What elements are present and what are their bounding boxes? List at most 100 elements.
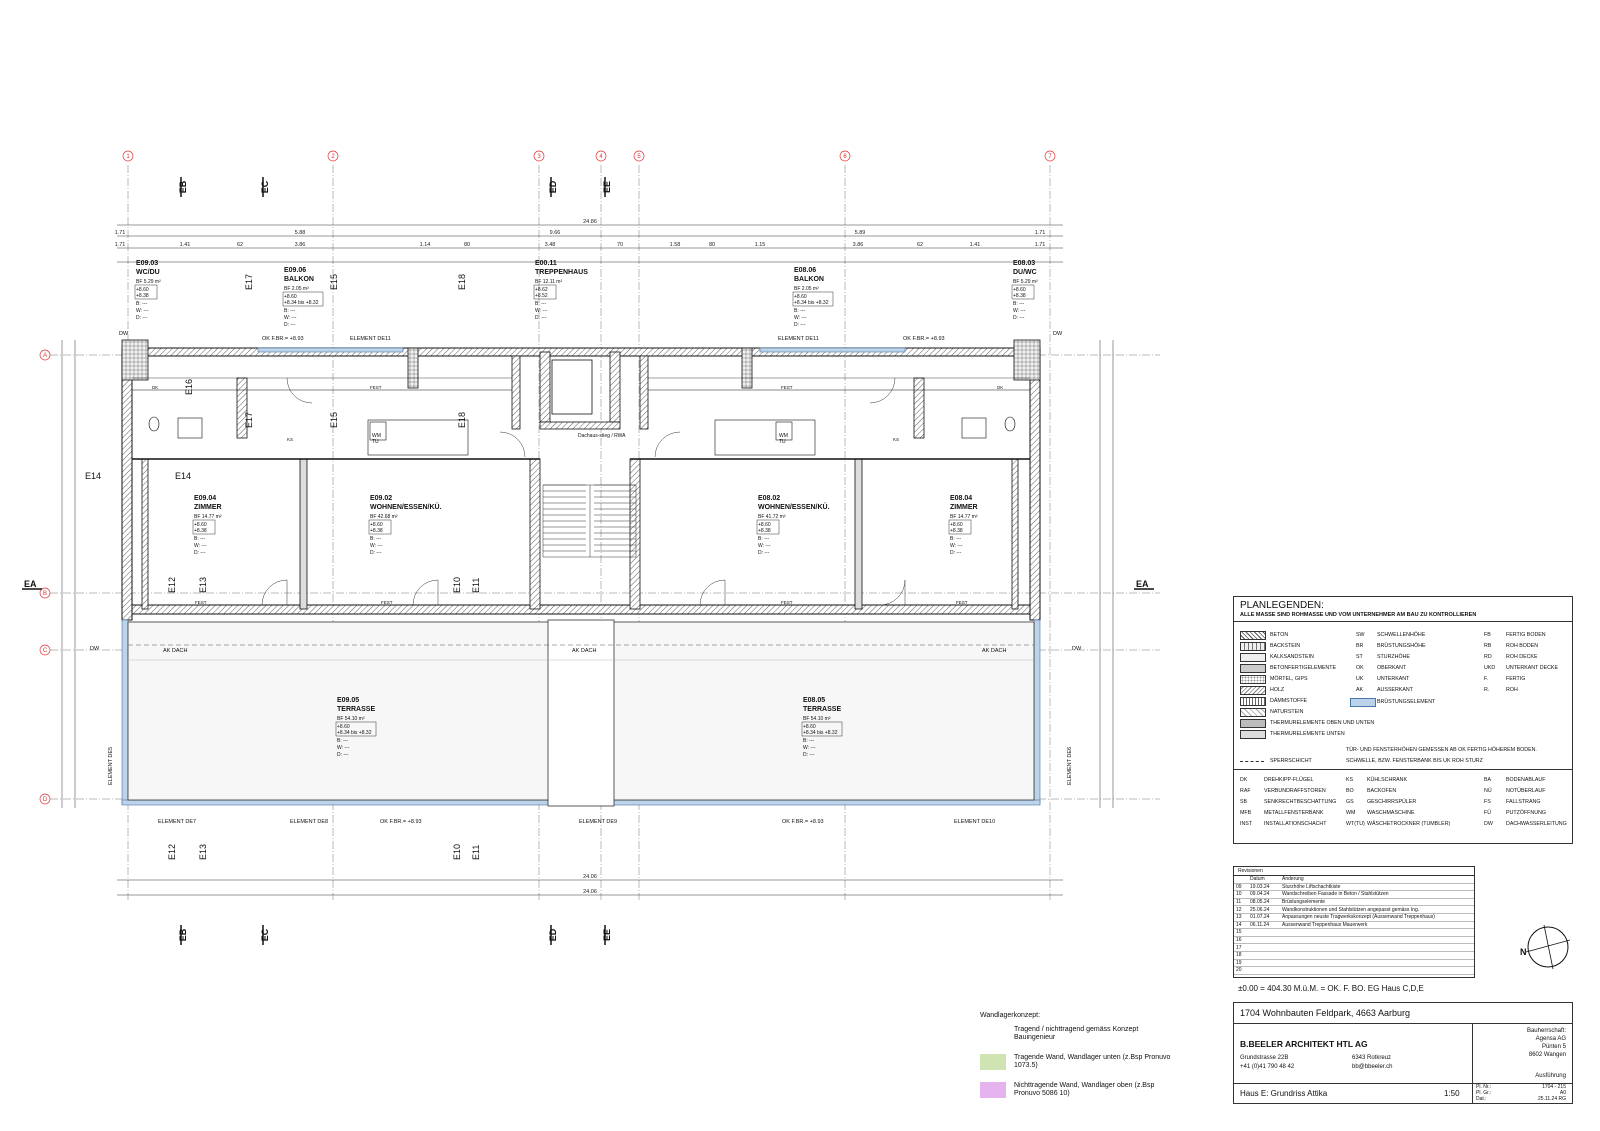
legend-swatch: [1240, 664, 1266, 673]
room-name: ZIMMER: [950, 504, 978, 511]
room-id: E08.03: [1013, 260, 1035, 267]
room-name: BALKON: [794, 276, 824, 283]
legend-material: BACKSTEIN: [1270, 643, 1301, 649]
ok-br-top-left: OK F.BR.= +8.93: [262, 336, 304, 342]
revision-cell: 06.11.24: [1248, 921, 1280, 930]
element-de9: ELEMENT DE9: [579, 819, 617, 825]
room-area: BF 2.05 m²: [794, 286, 819, 292]
legend-material: NATURSTEIN: [1270, 709, 1304, 715]
element-de11-left: ELEMENT DE11: [350, 336, 391, 342]
room-id: E09.05: [337, 697, 359, 704]
revision-row: 12 25.06.24 Wandkonstruktionen und Stahlst…: [1234, 905, 1474, 914]
ak-dach-right: AK DACH: [982, 648, 1006, 654]
wall-mark: E11: [471, 845, 481, 860]
legend-abbr-text: ROH DECKE: [1506, 654, 1538, 660]
legend-abbr-row: SENKRECHTBESCHATTUNG: [1264, 799, 1337, 805]
revision-cell: [1248, 928, 1280, 937]
plan-meta-values: 1704 - 215 A0 25.11.24 RG: [1524, 1084, 1566, 1102]
room-height-raw: +8.38: [1013, 293, 1026, 299]
wall-mark: E12: [167, 844, 177, 860]
legend-abbr-row: KS: [1346, 777, 1354, 783]
wandlager-konzept: Wandlagerkonzept: Tragend / nichttragend…: [980, 1012, 1180, 1098]
firm-phone: +41 (0)41 790 48 42: [1240, 1064, 1295, 1070]
wall-mark: E13: [198, 844, 208, 860]
legend-abbr-row: GS: [1346, 799, 1354, 805]
legend-abbr-text: OBERKANT: [1377, 665, 1407, 671]
revision-row: 14 06.11.24 Aussenwand Treppenhaus Mauerwe…: [1234, 921, 1474, 930]
firm-city: 6343 Rotkreuz: [1352, 1055, 1392, 1061]
revision-cell: Sturzhöhe Liftschachtkiste: [1280, 883, 1474, 892]
revision-cell: [1280, 951, 1474, 960]
legend-abbr-row: DACHWASSERLEITUNG: [1506, 821, 1567, 827]
legend-swatch: [1240, 642, 1266, 651]
room-name: TERRASSE: [803, 706, 841, 713]
revision-cell: Wandschreiben Fassade in Beton / Stahlst…: [1280, 890, 1474, 899]
revision-cell: [1248, 943, 1280, 952]
revision-cell: 12: [1234, 905, 1248, 914]
room-bwd: B: ---: [758, 536, 769, 542]
room-bwd: D: ---: [194, 550, 206, 556]
room-bwd: W: ---: [794, 315, 807, 321]
legend-abbr-row: METALLFENSTERBANK: [1264, 810, 1324, 816]
room-bwd: W: ---: [194, 543, 207, 549]
room-bwd: B: ---: [194, 536, 205, 542]
legend-abbr-text: UNTERKANT DECKE: [1506, 665, 1558, 671]
room-area: BF 54.10 m²: [803, 716, 831, 722]
room-height-raw: +8.38: [370, 528, 383, 534]
legend-material: MÖRTEL, GIPS: [1270, 676, 1308, 682]
legend-abbr-row: SB: [1240, 799, 1248, 805]
revision-cell: 10: [1234, 890, 1248, 899]
revision-cell: 14: [1234, 921, 1248, 930]
wall-mark: E15: [329, 412, 339, 428]
legend-swatch: [1240, 719, 1266, 728]
revision-cell: 09.04.24: [1248, 890, 1280, 899]
revision-cell: 01.07.24: [1248, 913, 1280, 922]
room-id: E08.06: [794, 267, 816, 274]
room-name: WC/DU: [136, 269, 160, 276]
legend-abbr: UKD: [1484, 665, 1496, 671]
revision-cell: 19: [1234, 959, 1248, 968]
firm-name: B.BEELER ARCHITEKT HTL AG: [1240, 1039, 1368, 1049]
project-name: 1704 Wohnbauten Feldpark, 4663 Aarburg: [1240, 1008, 1410, 1018]
axis-letter-markers: A B C D: [39, 349, 51, 805]
revision-cell: Wandkonstruktionen und Stahlstützen ange…: [1280, 905, 1474, 914]
building-walls: [121, 339, 1041, 621]
revision-cell: 13: [1234, 913, 1248, 922]
legend-abbr-row: WM: [1346, 810, 1356, 816]
legend-abbr-row: WT(TU): [1346, 821, 1365, 827]
revision-cell: [1248, 951, 1280, 960]
e14-mark-2: E14: [175, 471, 191, 481]
dim-row2: 1.14: [420, 242, 431, 248]
legend-abbr: F.: [1484, 676, 1489, 682]
room-height-raw: +8.34 bis +8.32: [337, 730, 372, 736]
element-de8: ELEMENT DE8: [290, 819, 328, 825]
revision-row: 19: [1234, 959, 1474, 968]
wandlager-swatch: [980, 1054, 1006, 1070]
tu-label-left: TU: [372, 439, 379, 445]
axis-letter: A: [43, 353, 47, 359]
ak-dach-left: AK DACH: [163, 648, 187, 654]
legend-swatch: [1240, 697, 1266, 706]
dim-row1: 1.71: [115, 230, 126, 236]
client-line-1: Agensa AG: [1535, 1036, 1566, 1042]
legend-bruestung: BRÜSTUNGSELEMENT: [1377, 699, 1436, 705]
legend-abbr-text: UNTERKANT: [1377, 676, 1410, 682]
revision-cell: [1280, 959, 1474, 968]
legend-abbr-row: DK: [1240, 777, 1248, 783]
dim-row2: 3.86: [853, 242, 864, 248]
dim-row2: 70: [617, 242, 623, 248]
room-bwd: D: ---: [535, 315, 547, 321]
revision-cell: 08.05.24: [1248, 898, 1280, 907]
dw-label-left: DW: [119, 331, 129, 337]
dim-row1: 1.71: [1035, 230, 1046, 236]
drawing-title: Haus E: Grundriss Attika: [1240, 1089, 1328, 1098]
dw-label-c-left: DW: [90, 646, 100, 652]
dk-label-2: DK: [997, 385, 1003, 390]
legend-abbr-text: FERTIG: [1506, 676, 1526, 682]
legend-abbr: OK: [1356, 665, 1364, 671]
legend-abbr-text: FERTIG BODEN: [1506, 632, 1546, 638]
section-marker: EB: [178, 180, 188, 193]
room-bwd: B: ---: [370, 536, 381, 542]
room-bwd: B: ---: [1013, 301, 1024, 307]
legend-abbr-row: FALLSTRANG: [1506, 799, 1541, 805]
